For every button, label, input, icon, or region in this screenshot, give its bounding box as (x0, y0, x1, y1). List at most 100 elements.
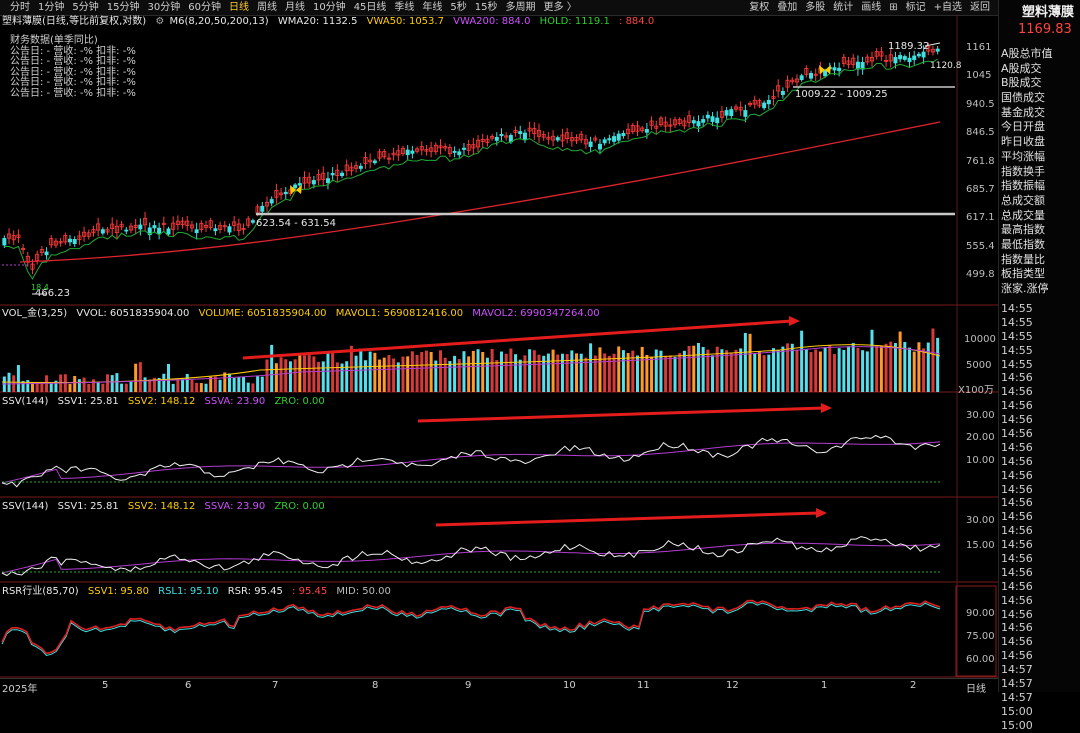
side-menu-item[interactable]: B股成交 (1001, 76, 1079, 91)
time-item: 14:55 (1001, 343, 1033, 357)
side-menu-item[interactable]: 总成交额 (1001, 194, 1079, 209)
candle-body (644, 129, 649, 133)
time-item: 14:56 (1001, 413, 1033, 427)
candle-body (602, 139, 607, 144)
time-item: 14:56 (1001, 538, 1033, 552)
side-menu-item[interactable]: 最低指数 (1001, 238, 1079, 253)
volume-bar (926, 342, 930, 392)
candle-body (921, 51, 926, 58)
time-item: 14:56 (1001, 496, 1033, 510)
candle-body (213, 228, 218, 232)
volume-bar (434, 360, 438, 392)
financial-row: 公告日: - 营收: -% 扣非: -% (10, 77, 136, 88)
candle-body (340, 172, 345, 177)
rsr-tick: 60.00 (966, 654, 995, 665)
candle-body (916, 53, 921, 57)
x-tick: 11 (637, 680, 650, 691)
volume-bar (748, 333, 752, 392)
candle-body (799, 75, 804, 80)
volume-bar (767, 354, 771, 392)
volume-bar (870, 329, 874, 392)
ssv1-tick: 30.00 (966, 410, 995, 421)
side-menu-item[interactable]: 指数换手 (1001, 165, 1079, 180)
volume-bar (439, 350, 443, 392)
volume-bar (176, 378, 180, 392)
side-menu-item[interactable]: 板指类型 (1001, 267, 1079, 282)
time-item: 14:56 (1001, 593, 1033, 607)
candle-body (898, 55, 903, 60)
volume-bar (729, 352, 733, 392)
time-item: 14:56 (1001, 427, 1033, 441)
side-menu-item[interactable]: 今日开盘 (1001, 120, 1079, 135)
side-menu-item[interactable]: 昨日收盘 (1001, 135, 1079, 150)
candle-body (696, 121, 701, 127)
volume-bar (650, 356, 654, 392)
side-menu-item[interactable]: 指数振幅 (1001, 179, 1079, 194)
ssv1-legend: SSV(144) SSV1: 25.81 SSV2: 148.12 SSVA: … (2, 396, 331, 408)
volume-bar (246, 382, 250, 392)
volume-bar (664, 355, 668, 392)
volume-bar (382, 357, 386, 392)
candle-body (157, 227, 162, 235)
rsr-legend: RSR行业(85,70) SSV1: 95.80 RSL1: 95.10 RSR… (2, 586, 397, 598)
volume-bar (91, 379, 95, 392)
side-menu-item[interactable]: 最高指数 (1001, 223, 1079, 238)
volume-bar (288, 361, 292, 392)
ssva-value: SSVA: 23.90 (204, 501, 266, 512)
volume-bar (546, 353, 550, 392)
side-menu-item[interactable]: 国债成交 (1001, 91, 1079, 106)
side-menu-item[interactable]: 总成交量 (1001, 209, 1079, 224)
volume-bar (734, 349, 738, 392)
side-menu-item[interactable]: A股成交 (1001, 62, 1079, 77)
ssv1-trend-arrow-head (821, 403, 832, 413)
candle-body (912, 55, 917, 61)
financial-row: 公告日: - 营收: -% 扣非: -% (10, 56, 136, 67)
volume-bar (856, 347, 860, 392)
volume-bar (73, 376, 77, 392)
volume-bar (814, 349, 818, 392)
candle-body (743, 110, 748, 117)
candle-body (457, 151, 462, 156)
candle-body (705, 114, 710, 119)
vol-tick: 10000 (964, 334, 996, 345)
volume-bar (898, 331, 902, 392)
volume-bar (701, 347, 705, 392)
candle-body (691, 120, 696, 124)
price-tick: 1045 (966, 70, 992, 81)
peak-label: 1189.32 (888, 41, 930, 52)
volume-bar (668, 355, 672, 392)
stock-price: 1169.83 (1018, 22, 1072, 37)
candle-body (522, 132, 527, 140)
side-menu-item[interactable]: 涨家.涨停 (1001, 282, 1079, 297)
side-menu-item[interactable]: 指数量比 (1001, 253, 1079, 268)
candle-body (729, 109, 734, 117)
side-menu-item[interactable]: 基金成交 (1001, 106, 1079, 121)
x-tick: 9 (465, 680, 472, 691)
volume-bar (129, 381, 133, 392)
x-axis-period[interactable]: 日线 (966, 680, 986, 695)
candle-body (358, 165, 363, 169)
volume-bar (134, 363, 138, 392)
side-menu-item[interactable]: 平均涨幅 (1001, 150, 1079, 165)
candle-body (715, 117, 720, 124)
volume-bar (931, 328, 935, 392)
volume-bar (776, 350, 780, 392)
candle-body (260, 205, 265, 212)
candle-body (832, 67, 837, 71)
x-tick: 7 (272, 680, 279, 691)
mavol2-line (1, 346, 941, 385)
candle-body (860, 62, 865, 70)
candle-body (297, 183, 302, 186)
time-item: 14:55 (1001, 302, 1033, 315)
volume-bar (218, 379, 222, 392)
side-menu-item[interactable]: A股总市值 (1001, 47, 1079, 62)
candle-body (597, 143, 602, 150)
x-axis: 2025年 5 6 7 8 9 10 11 12 1 2 日线 (0, 678, 998, 695)
volume-bar (335, 362, 339, 392)
rsr-line (1, 599, 941, 655)
volume-bar (87, 383, 91, 392)
financial-row: 公告日: - 营收: -% 扣非: -% (10, 87, 136, 99)
time-item: 15:00 (1001, 704, 1033, 718)
settings-gear-icon[interactable]: ⚙ (155, 16, 164, 27)
volume-bar (251, 383, 255, 392)
